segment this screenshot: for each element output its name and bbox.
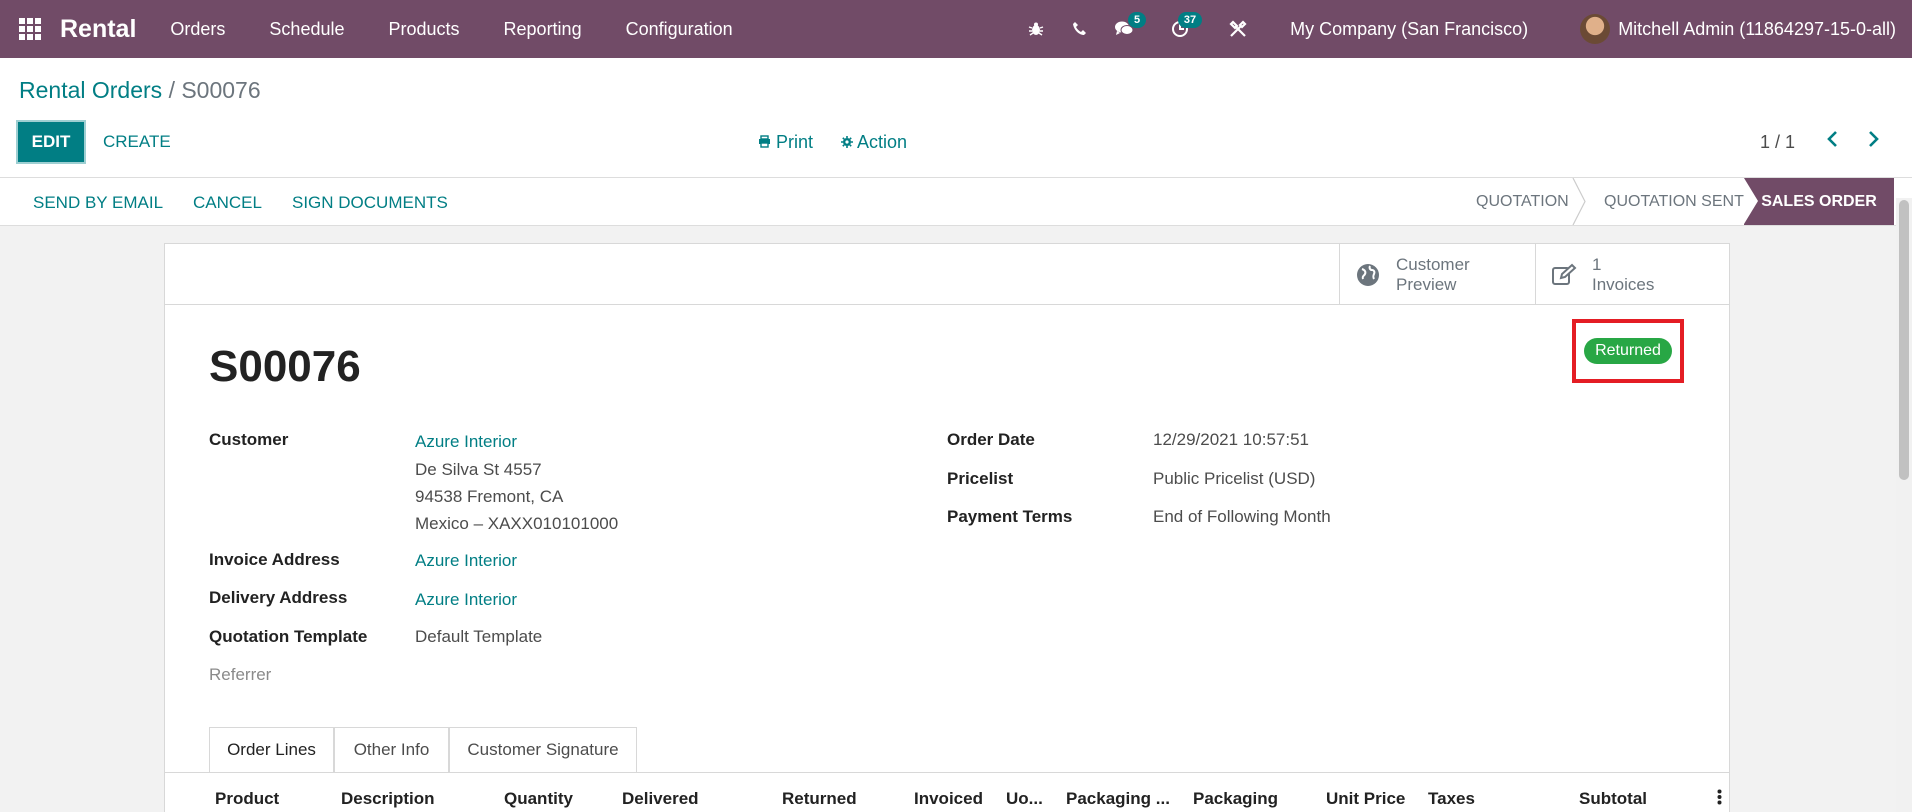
print-button[interactable]: Print <box>758 132 813 153</box>
top-navbar: Rental Orders Schedule Products Reportin… <box>0 0 1912 58</box>
menu-configuration[interactable]: Configuration <box>626 19 733 40</box>
delivery-address-field[interactable]: Azure Interior <box>415 590 517 610</box>
delivery-address-label: Delivery Address <box>209 588 348 607</box>
menu-products[interactable]: Products <box>388 19 459 40</box>
column-header-uom[interactable]: Uo... <box>1006 789 1043 809</box>
tab-customer-signature[interactable]: Customer Signature <box>449 727 637 772</box>
menu-orders[interactable]: Orders <box>170 19 225 40</box>
column-header-returned[interactable]: Returned <box>782 789 857 809</box>
create-button[interactable]: CREATE <box>103 132 171 152</box>
customer-label: Customer <box>209 430 289 449</box>
optional-columns-icon[interactable] <box>1717 789 1722 810</box>
breadcrumb-separator: / <box>168 77 175 103</box>
column-header-quantity[interactable]: Quantity <box>504 789 573 809</box>
column-header-unit-price[interactable]: Unit Price <box>1326 789 1405 809</box>
invoices-count: 1 <box>1592 254 1602 274</box>
globe-icon <box>1340 263 1396 287</box>
print-label: Print <box>776 132 814 152</box>
cancel-button[interactable]: CANCEL <box>193 193 262 213</box>
stage-sales-order[interactable]: SALES ORDER <box>1744 178 1894 225</box>
tabs-divider <box>165 772 1729 773</box>
breadcrumb: Rental Orders / S00076 <box>19 77 261 104</box>
quotation-template-field[interactable]: Default Template <box>415 627 542 647</box>
order-date-label: Order Date <box>947 430 1035 449</box>
action-button[interactable]: Action <box>841 132 907 153</box>
activities-badge: 37 <box>1177 12 1203 28</box>
send-by-email-button[interactable]: SEND BY EMAIL <box>33 193 163 213</box>
column-header-packaging-qty[interactable]: Packaging ... <box>1066 789 1170 809</box>
edit-pencil-icon <box>1536 263 1592 287</box>
status-bar: SEND BY EMAIL CANCEL SIGN DOCUMENTS QUOT… <box>0 178 1912 226</box>
chat-icon[interactable]: 5 <box>1102 0 1147 58</box>
systray: 5 37 My Company (San Francisco) Mitchell… <box>1014 0 1912 58</box>
edit-button[interactable]: EDIT <box>16 120 86 164</box>
menu-reporting[interactable]: Reporting <box>504 19 582 40</box>
pager-value[interactable]: 1 / 1 <box>1760 132 1795 153</box>
phone-icon[interactable] <box>1058 0 1102 58</box>
column-header-invoiced[interactable]: Invoiced <box>914 789 983 809</box>
pricelist-field[interactable]: Public Pricelist (USD) <box>1153 469 1315 489</box>
gear-icon <box>841 132 857 152</box>
page-scrollbar[interactable] <box>1896 198 1912 812</box>
chevron-right-icon[interactable] <box>1866 128 1880 154</box>
tab-order-lines[interactable]: Order Lines <box>209 727 334 772</box>
user-avatar[interactable] <box>1580 14 1611 44</box>
column-header-packaging[interactable]: Packaging <box>1193 789 1278 809</box>
customer-address-line: 94538 Fremont, CA <box>415 487 564 506</box>
record-title: S00076 <box>209 342 361 391</box>
customer-address-line: Mexico – XAXX010101000 <box>415 514 619 533</box>
tab-other-info[interactable]: Other Info <box>334 727 449 772</box>
app-grid-icon[interactable] <box>0 0 60 58</box>
smart-button-box: Customer Preview 1 Invoices <box>165 244 1729 305</box>
activity-clock-icon[interactable]: 37 <box>1158 0 1203 58</box>
quotation-template-label: Quotation Template <box>209 627 368 646</box>
invoices-button[interactable]: 1 Invoices <box>1535 244 1731 305</box>
customer-preview-button[interactable]: Customer Preview <box>1339 244 1535 305</box>
app-name[interactable]: Rental <box>60 15 136 44</box>
invoice-address-label: Invoice Address <box>209 550 340 569</box>
stage-quotation-sent[interactable]: QUOTATION SENT <box>1604 193 1744 211</box>
column-header-taxes[interactable]: Taxes <box>1428 789 1475 809</box>
invoice-address-field[interactable]: Azure Interior <box>415 551 517 571</box>
column-header-product[interactable]: Product <box>215 789 279 809</box>
customer-address-line: De Silva St 4557 <box>415 460 542 479</box>
messages-badge: 5 <box>1127 12 1147 28</box>
breadcrumb-parent[interactable]: Rental Orders <box>19 77 162 103</box>
breadcrumb-current: S00076 <box>181 77 261 103</box>
status-badge: Returned <box>1584 338 1672 364</box>
bug-icon[interactable] <box>1014 0 1058 58</box>
customer-preview-line2: Preview <box>1396 274 1457 294</box>
customer-preview-line1: Customer <box>1396 254 1470 274</box>
company-switcher[interactable]: My Company (San Francisco) <box>1290 19 1528 40</box>
control-panel: Rental Orders / S00076 EDIT CREATE Print… <box>0 58 1912 178</box>
sign-documents-button[interactable]: SIGN DOCUMENTS <box>292 193 448 213</box>
column-header-subtotal[interactable]: Subtotal <box>1579 789 1647 809</box>
user-menu[interactable]: Mitchell Admin (11864297-15-0-all) <box>1618 19 1896 40</box>
column-header-delivered[interactable]: Delivered <box>622 789 699 809</box>
chevron-left-icon[interactable] <box>1826 128 1840 154</box>
action-label: Action <box>857 132 908 152</box>
payment-terms-field[interactable]: End of Following Month <box>1153 507 1331 527</box>
customer-field[interactable]: Azure Interior <box>415 432 517 452</box>
form-sheet: Customer Preview 1 Invoices S00076 Retur… <box>164 243 1730 812</box>
stage-quotation[interactable]: QUOTATION <box>1476 193 1569 211</box>
tools-icon[interactable] <box>1216 0 1260 58</box>
stage-separator <box>1572 178 1586 225</box>
pricelist-label: Pricelist <box>947 469 1014 488</box>
order-date-field[interactable]: 12/29/2021 10:57:51 <box>1153 430 1309 450</box>
scrollbar-thumb[interactable] <box>1899 200 1909 480</box>
invoices-label: Invoices <box>1592 274 1655 294</box>
print-icon <box>758 132 776 152</box>
column-header-description[interactable]: Description <box>341 789 435 809</box>
highlight-box: Returned <box>1572 319 1684 383</box>
menu-schedule[interactable]: Schedule <box>269 19 344 40</box>
referrer-label: Referrer <box>209 665 272 684</box>
payment-terms-label: Payment Terms <box>947 507 1073 526</box>
